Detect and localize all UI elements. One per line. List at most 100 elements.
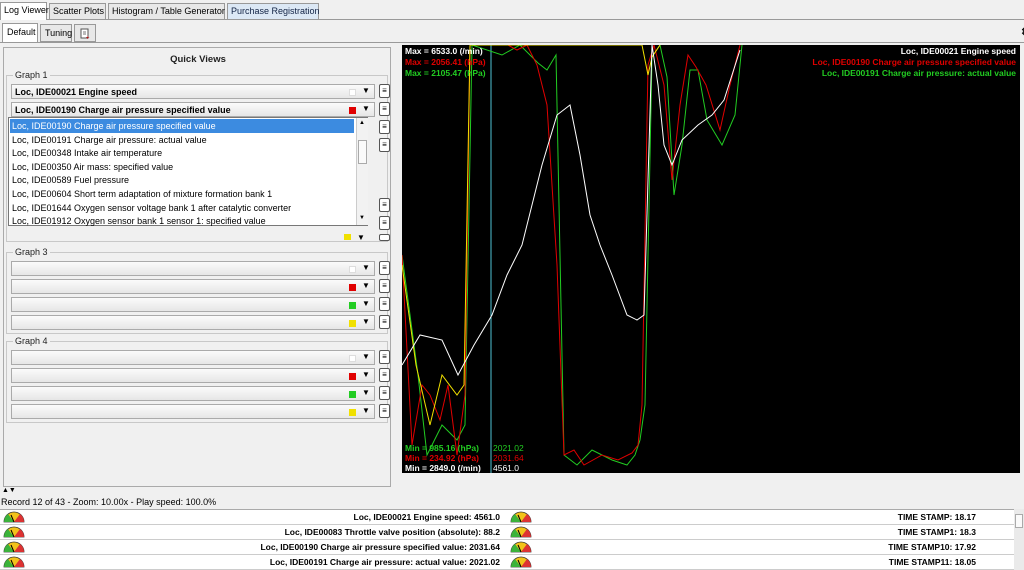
list-icon[interactable]: ≡ [379,102,390,116]
main-tab-bar: Log Viewer Scatter Plots Histogram / Tab… [0,0,1024,20]
graph3-series1-select[interactable]: ▼ [11,261,375,276]
legend-charge-air-specified: Loc, IDE00190 Charge air pressure specif… [812,57,1016,67]
series-line-yellow [402,45,661,426]
tab-scatter-plots[interactable]: Scatter Plots [49,3,106,19]
list-icon[interactable]: ≡ [379,279,390,293]
chevron-down-icon[interactable]: ▼ [362,317,370,326]
record-status: Record 12 of 43 - Zoom: 10.00x - Play sp… [1,497,217,507]
grid-scrollbar[interactable] [1014,509,1024,570]
chevron-down-icon[interactable]: ▼ [362,352,370,361]
series-line-green [402,45,743,466]
row-value-right: TIME STAMP: 18.17 [897,512,976,522]
color-swatch-white[interactable] [349,89,356,96]
graph1-series2-select[interactable]: Loc, IDE00190 Charge air pressure specif… [11,102,375,117]
gauge-icon [3,526,25,538]
tab-histogram-table-generator[interactable]: Histogram / Table Generator [108,3,225,19]
dropdown-item[interactable]: Loc, IDE00348 Intake air temperature [10,146,354,160]
scroll-up-icon[interactable]: ▲ [359,120,365,126]
panel-splitter[interactable]: ▲▼ [0,487,1024,497]
quick-views-panel: Quick Views Graph 1 Loc, IDE00021 Engine… [3,47,391,487]
color-swatch-yellow[interactable] [349,320,356,327]
graph4-series2-select[interactable]: ▼ [11,368,375,383]
tab-default[interactable]: Default [2,23,38,43]
chevron-down-icon[interactable]: ▼ [362,104,370,113]
chevron-down-icon[interactable]: ▼ [362,86,370,95]
graph4-label: Graph 4 [13,336,50,346]
graph3-series4-select[interactable]: ▼ [11,315,375,330]
chevron-down-icon[interactable]: ▼ [362,299,370,308]
tab-purchase-registration[interactable]: Purchase Registration [227,3,320,19]
graph4-series1-select[interactable]: ▼ [11,350,375,365]
max-label-red: Max = 2056.41 (hPa) [405,57,486,67]
legend-engine-speed: Loc, IDE00021 Engine speed [900,46,1016,56]
legend-charge-air-actual: Loc, IDE00191 Charge air pressure: actua… [821,68,1016,78]
gauge-icon [510,541,532,553]
color-swatch-white[interactable] [349,355,356,362]
list-icon[interactable]: ≡ [379,216,390,230]
row-value-right: TIME STAMP10: 17.92 [888,542,976,552]
tab-tuning[interactable]: Tuning [40,24,72,42]
scroll-down-icon[interactable]: ▼ [359,215,365,221]
list-icon[interactable]: ≡ [379,350,390,364]
list-icon[interactable]: ≡ [379,198,390,212]
chevron-down-icon[interactable]: ▼ [362,406,370,415]
graph1-series2-value: Loc, IDE00190 Charge air pressure specif… [15,105,231,115]
list-icon[interactable]: ≡ [379,84,390,98]
table-row[interactable]: Loc, IDE00021 Engine speed: 4561.0 TIME … [0,510,1014,525]
list-icon[interactable]: ≡ [379,261,390,275]
log-graph[interactable]: Max = 6533.0 (/min) Max = 2056.41 (hPa) … [402,45,1020,473]
list-icon[interactable]: ≡ [379,386,390,400]
table-row[interactable]: Loc, IDE00191 Charge air pressure: actua… [0,555,1014,570]
chevron-down-icon[interactable]: ▼ [362,263,370,272]
list-icon[interactable]: ≡ [379,138,390,152]
row-value-right: TIME STAMP11: 18.05 [888,557,976,567]
series-dropdown-list[interactable]: Loc, IDE00190 Charge air pressure specif… [8,117,368,226]
graph4-series4-select[interactable]: ▼ [11,404,375,419]
dropdown-item[interactable]: Loc, IDE00589 Fuel pressure [10,173,354,187]
list-icon[interactable]: ≡ [379,120,390,134]
min-label-white: Min = 2849.0 (/min) [405,463,481,473]
dropdown-scrollbar[interactable]: ▲ ▼ [356,118,368,225]
table-row[interactable]: Loc, IDE00083 Throttle valve position (a… [0,525,1014,540]
color-swatch-green[interactable] [349,391,356,398]
dropdown-item[interactable]: Loc, IDE00190 Charge air pressure specif… [10,119,354,133]
color-swatch-yellow[interactable] [344,234,351,240]
chevron-down-icon[interactable]: ▼ [362,388,370,397]
color-swatch-white[interactable] [349,266,356,273]
color-swatch-red[interactable] [349,107,356,114]
dropdown-item[interactable]: Loc, IDE00350 Air mass: specified value [10,160,354,174]
color-swatch-red[interactable] [349,373,356,380]
chevron-down-icon[interactable]: ▼ [362,281,370,290]
tab-log-viewer[interactable]: Log Viewer [0,2,49,20]
dropdown-scroll-thumb[interactable] [358,140,367,164]
dropdown-item[interactable]: Loc, IDE00191 Charge air pressure: actua… [10,133,354,147]
chevron-down-icon[interactable]: ▼ [362,370,370,379]
color-swatch-green[interactable] [349,302,356,309]
graph1-series1-select[interactable]: Loc, IDE00021 Engine speed ▼ [11,84,375,99]
grid-scroll-thumb[interactable] [1015,514,1023,528]
cursor-value-white: 4561.0 [493,463,519,473]
view-tab-bar: Default Tuning + [0,21,1024,43]
dropdown-item[interactable]: Loc, IDE01644 Oxygen sensor voltage bank… [10,201,354,215]
list-icon[interactable]: ≡ [379,404,390,418]
quick-views-title: Quick Views [170,54,226,65]
graph3-series3-select[interactable]: ▼ [11,297,375,312]
color-swatch-yellow[interactable] [349,409,356,416]
splitter-arrows-icon[interactable]: ▲▼ [2,487,16,494]
list-icon[interactable]: ≡ [379,315,390,329]
color-swatch-red[interactable] [349,284,356,291]
list-icon[interactable] [379,234,390,241]
resize-handle-icon[interactable]: ⇕ [1020,27,1024,38]
max-label-green: Max = 2105.47 (hPa) [405,68,486,78]
gauge-icon [3,511,25,523]
graph4-series3-select[interactable]: ▼ [11,386,375,401]
list-icon[interactable]: ≡ [379,297,390,311]
list-icon[interactable]: ≡ [379,368,390,382]
chevron-down-icon[interactable]: ▼ [357,233,365,242]
divider [0,42,1024,43]
dropdown-item[interactable]: Loc, IDE00604 Short term adaptation of m… [10,187,354,201]
graph3-series2-select[interactable]: ▼ [11,279,375,294]
table-row[interactable]: Loc, IDE00190 Charge air pressure specif… [0,540,1014,555]
dropdown-item[interactable]: Loc, IDE01912 Oxygen sensor bank 1 senso… [10,214,354,228]
add-tab-icon[interactable]: + [74,24,96,42]
